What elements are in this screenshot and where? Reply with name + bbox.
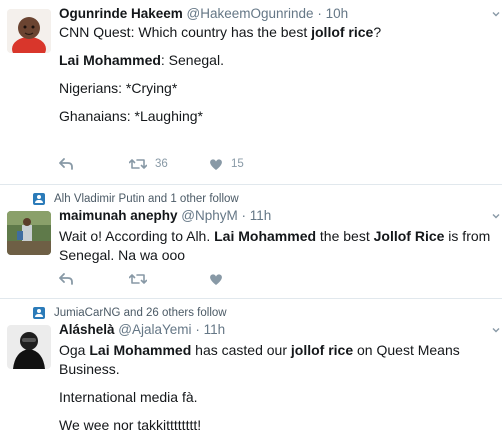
tweet-actions xyxy=(59,269,223,289)
tweet-text: Oga Lai Mohammed has casted our jollof r… xyxy=(59,342,460,433)
avatar[interactable] xyxy=(7,211,51,255)
author-name[interactable]: Aláshelà xyxy=(59,322,115,337)
timestamp[interactable]: 10h xyxy=(326,6,349,21)
context-text: JumiaCarNG and 26 others follow xyxy=(54,307,227,319)
reply-icon xyxy=(59,158,73,170)
child-avatar-image xyxy=(7,9,51,53)
heart-icon xyxy=(210,158,222,170)
tweet-header: Ogunrinde Hakeem @HakeemOgunrinde · 10h xyxy=(59,6,348,21)
timestamp[interactable]: 11h xyxy=(204,322,226,337)
portrait-avatar-image xyxy=(7,325,51,369)
outdoor-avatar-image xyxy=(7,211,51,255)
tweet-text: Wait o! According to Alh. Lai Mohammed t… xyxy=(59,228,491,263)
like-button[interactable] xyxy=(209,273,223,286)
like-button[interactable]: 15 xyxy=(209,158,244,171)
reply-button[interactable] xyxy=(59,273,129,285)
separator: · xyxy=(195,322,200,337)
retweet-count: 36 xyxy=(155,158,168,170)
author-name[interactable]: maimunah anephy xyxy=(59,208,178,223)
chevron-down-icon[interactable] xyxy=(492,326,500,334)
separator: · xyxy=(317,6,322,21)
avatar[interactable] xyxy=(7,325,51,369)
retweet-button[interactable]: 36 xyxy=(129,158,209,170)
tweet-3[interactable]: JumiaCarNG and 26 others follow Aláshelà… xyxy=(0,299,502,433)
chevron-down-icon[interactable] xyxy=(492,10,500,18)
retweet-button[interactable] xyxy=(129,273,209,285)
like-count: 15 xyxy=(231,158,244,170)
chevron-down-icon[interactable] xyxy=(492,212,500,220)
author-handle[interactable]: @HakeemOgunrinde xyxy=(187,6,314,21)
retweet-icon xyxy=(129,159,147,169)
separator: · xyxy=(241,208,247,223)
follow-context-icon xyxy=(33,193,45,205)
avatar[interactable] xyxy=(7,9,51,53)
follow-context-icon xyxy=(33,307,45,319)
tweet-actions: 36 15 xyxy=(59,154,244,174)
heart-icon xyxy=(210,273,222,285)
timestamp[interactable]: 11h xyxy=(250,208,272,223)
tweet-2[interactable]: Alh Vladimir Putin and 1 other follow ma… xyxy=(0,185,502,299)
reply-button[interactable] xyxy=(59,158,129,170)
social-context[interactable]: JumiaCarNG and 26 others follow xyxy=(33,305,227,321)
tweet-1[interactable]: Ogunrinde Hakeem @HakeemOgunrinde · 10h … xyxy=(0,0,502,185)
context-text: Alh Vladimir Putin and 1 other follow xyxy=(54,193,239,205)
author-name[interactable]: Ogunrinde Hakeem xyxy=(59,6,183,21)
author-handle[interactable]: @AjalaYemi xyxy=(118,322,191,337)
reply-icon xyxy=(59,273,73,285)
tweet-header: Aláshelà @AjalaYemi · 11h xyxy=(59,322,225,337)
retweet-icon xyxy=(129,274,147,284)
author-handle[interactable]: @NphyM xyxy=(181,208,237,223)
tweet-text: CNN Quest: Which country has the best jo… xyxy=(59,24,382,124)
tweet-header: maimunah anephy @NphyM · 11h xyxy=(59,208,271,223)
social-context[interactable]: Alh Vladimir Putin and 1 other follow xyxy=(33,191,239,207)
